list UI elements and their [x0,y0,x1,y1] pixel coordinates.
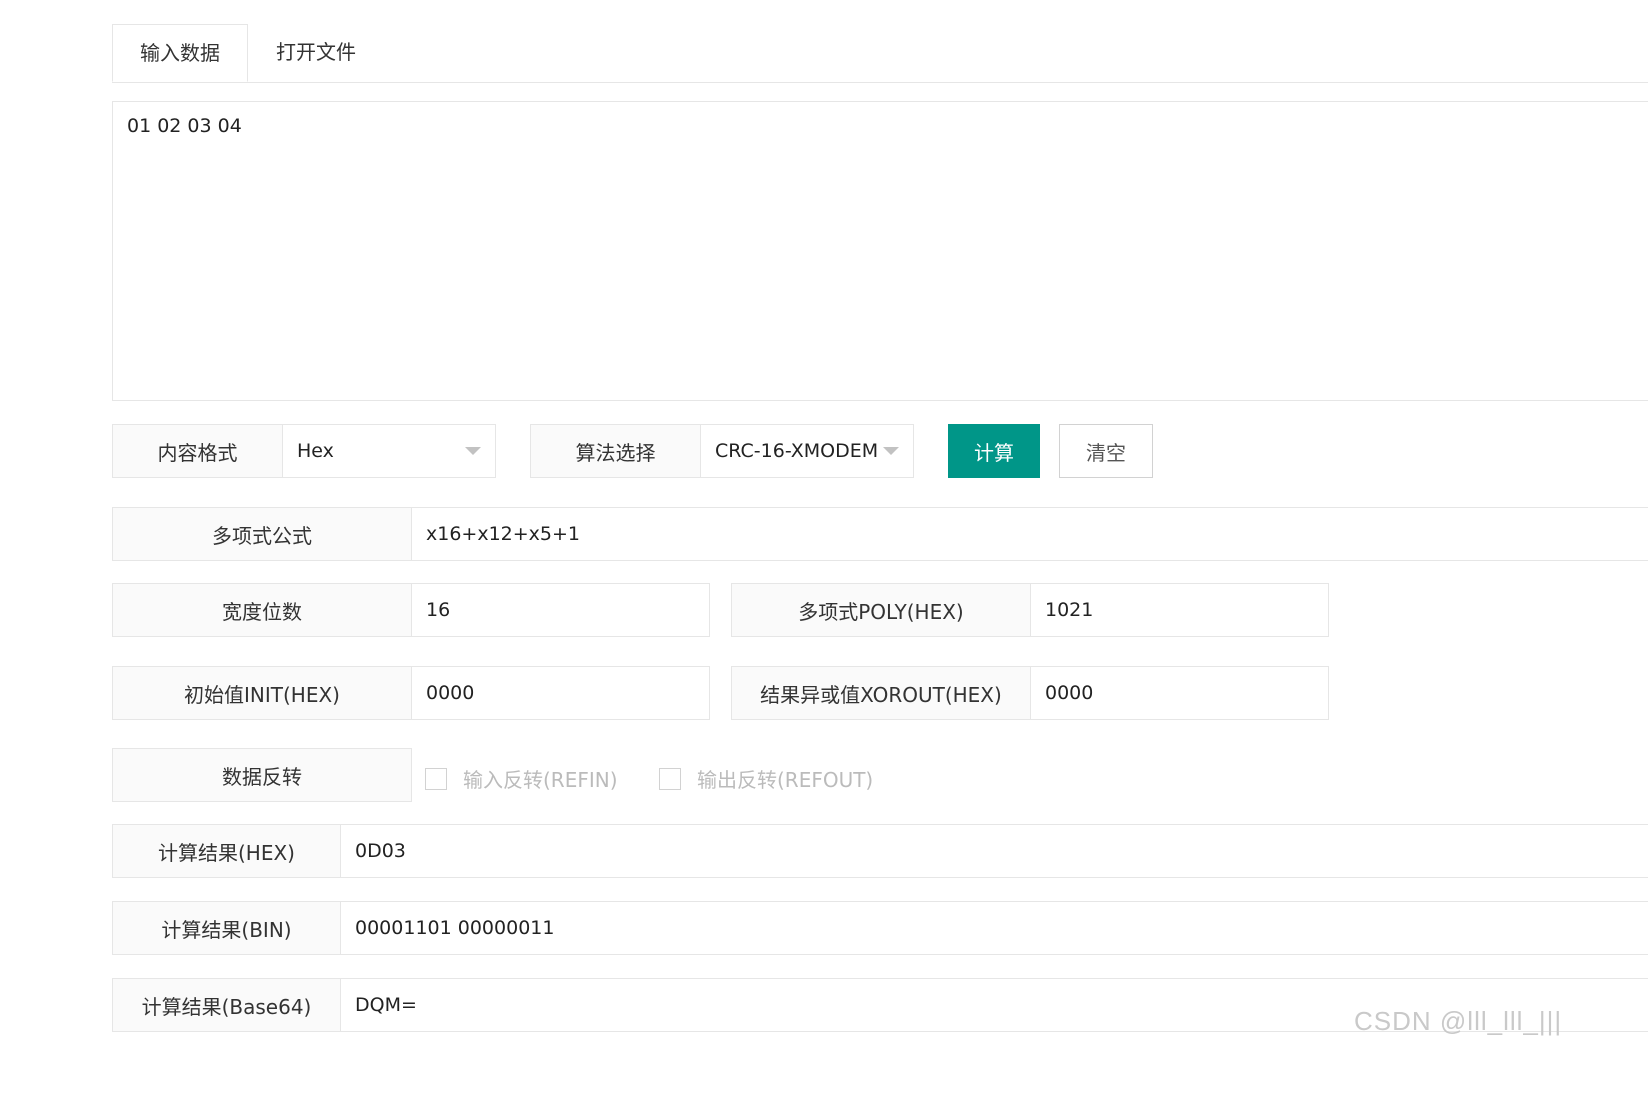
input-tabs: 输入数据 打开文件 [112,24,1648,83]
result-bin-output[interactable]: 00001101 00000011 [341,902,1648,954]
result-base64-label: 计算结果(Base64) [113,979,341,1031]
polynomial-formula-field: 多项式公式 x16+x12+x5+1 [112,507,1648,561]
result-hex-field: 计算结果(HEX) 0D03 [112,824,1648,878]
content-format-field: 内容格式 Hex [112,424,496,478]
clear-button[interactable]: 清空 [1059,424,1153,478]
init-hex-label: 初始值INIT(HEX) [113,667,412,719]
algorithm-select[interactable]: CRC-16-XMODEM [701,425,913,477]
content-format-select[interactable]: Hex [283,425,495,477]
poly-hex-input[interactable]: 1021 [1031,584,1328,636]
init-hex-input[interactable]: 0000 [412,667,709,719]
data-reverse-field: 数据反转 [112,748,412,802]
result-hex-label: 计算结果(HEX) [113,825,341,877]
xorout-hex-label: 结果异或值XOROUT(HEX) [732,667,1031,719]
algorithm-value: CRC-16-XMODEM [715,440,879,462]
algorithm-field: 算法选择 CRC-16-XMODEM [530,424,914,478]
checkbox-icon [659,767,681,790]
refin-checkbox[interactable]: 输入反转(REFIN) [425,764,618,793]
chevron-down-icon [465,447,481,455]
crc-calculator-page: 输入数据 打开文件 01 02 03 04 内容格式 Hex 算法选择 CRC-… [0,0,1648,1108]
result-bin-label: 计算结果(BIN) [113,902,341,954]
chevron-down-icon [883,447,899,455]
data-input-textarea[interactable]: 01 02 03 04 [112,101,1648,401]
init-hex-field: 初始值INIT(HEX) 0000 [112,666,710,720]
calculate-button[interactable]: 计算 [948,424,1040,478]
checkbox-icon [425,767,447,790]
data-reverse-label: 数据反转 [113,749,411,801]
width-bits-input[interactable]: 16 [412,584,709,636]
tab-open-file[interactable]: 打开文件 [248,24,384,82]
refout-checkbox[interactable]: 输出反转(REFOUT) [659,764,873,793]
xorout-hex-field: 结果异或值XOROUT(HEX) 0000 [731,666,1329,720]
content-format-label: 内容格式 [113,425,283,477]
algorithm-label: 算法选择 [531,425,701,477]
tab-input-data[interactable]: 输入数据 [112,24,248,82]
poly-hex-label: 多项式POLY(HEX) [732,584,1031,636]
result-hex-output[interactable]: 0D03 [341,825,1648,877]
result-bin-field: 计算结果(BIN) 00001101 00000011 [112,901,1648,955]
csdn-watermark: CSDN @lll_lll_||| [1354,1006,1563,1036]
polynomial-formula-input[interactable]: x16+x12+x5+1 [412,508,1648,560]
poly-hex-field: 多项式POLY(HEX) 1021 [731,583,1329,637]
polynomial-formula-label: 多项式公式 [113,508,412,560]
refout-label: 输出反转(REFOUT) [697,768,874,792]
width-bits-label: 宽度位数 [113,584,412,636]
refin-label: 输入反转(REFIN) [463,768,618,792]
width-bits-field: 宽度位数 16 [112,583,710,637]
content-format-value: Hex [297,440,334,462]
xorout-hex-input[interactable]: 0000 [1031,667,1328,719]
